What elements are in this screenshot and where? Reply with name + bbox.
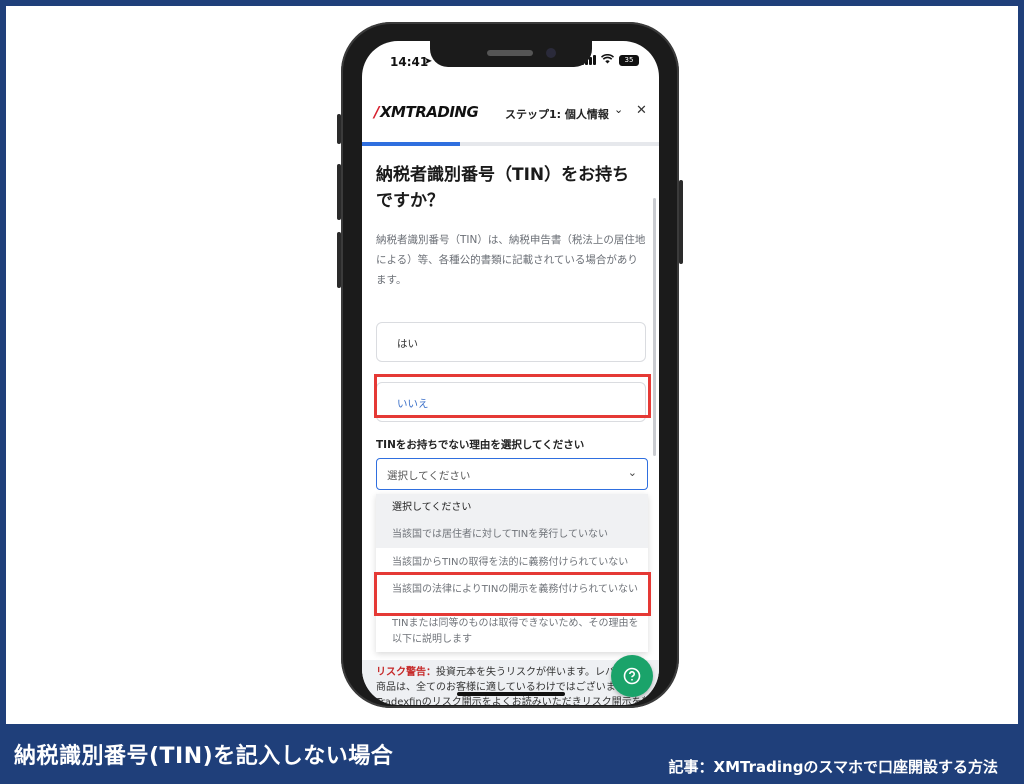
footer-bar: 納税識別番号(TIN)を記入しない場合 記事：XMTradingのスマホで口座開…: [0, 724, 1024, 784]
logo-text: XMTRADING: [379, 103, 479, 121]
risk-label: リスク警告：: [376, 667, 436, 678]
mute-switch: [337, 114, 341, 144]
footer-title: 納税識別番号(TIN)を記入しない場合: [14, 744, 394, 769]
front-camera: [546, 48, 556, 58]
battery-icon: 35: [619, 54, 639, 66]
option-no-button[interactable]: いいえ: [376, 382, 646, 422]
notch: [430, 41, 592, 67]
reason-dropdown-menu: 選択してください 当該国では居住者に対してTINを発行していない 当該国からTI…: [376, 494, 648, 652]
close-icon[interactable]: ✕: [636, 103, 647, 118]
option-yes-button[interactable]: はい: [376, 322, 646, 362]
location-arrow-icon: ➤: [424, 56, 433, 67]
home-indicator: [457, 692, 565, 696]
dropdown-item[interactable]: 当該国の法律によりTINの開示を義務付けられていない: [376, 574, 648, 610]
power-button: [679, 180, 683, 264]
form-content: 納税者識別番号（TIN）をお持ちですか？ 納税者識別番号（TIN）は、納税申告書…: [362, 146, 659, 705]
wifi-icon: [600, 53, 615, 66]
chevron-down-icon: ⌄: [627, 466, 637, 479]
speaker-grille: [487, 50, 533, 56]
dropdown-item[interactable]: 当該国からTINの取得を法的に義務付けられていない: [376, 548, 648, 574]
footer-article-link[interactable]: 記事：XMTradingのスマホで口座開設する方法: [669, 756, 998, 777]
logo-mark-icon: /: [374, 103, 379, 121]
help-button[interactable]: [611, 655, 653, 697]
phone-mockup: 14:41 ➤ 35 /XMTRADING ステップ1: 個人情報 ⌄ ✕ 納税…: [337, 22, 683, 708]
dropdown-item[interactable]: TINまたは同等のものは取得できないため、その理由を以下に説明します: [376, 610, 648, 652]
chevron-down-icon[interactable]: ⌄: [614, 103, 623, 116]
help-icon: [623, 665, 641, 684]
volume-down-button: [337, 232, 341, 288]
volume-up-button: [337, 164, 341, 220]
status-time: 14:41: [390, 55, 429, 69]
dropdown-item[interactable]: 選択してください: [376, 494, 648, 522]
reason-select-value: 選択してください: [387, 470, 471, 482]
step-dropdown-label[interactable]: ステップ1: 個人情報: [505, 106, 609, 122]
risk-text-line: 投資元本を失うリスクが伴います。レバ: [436, 667, 615, 678]
reason-select-label: TINをお持ちでない理由を選択してください: [376, 439, 585, 451]
risk-text-line: Tradexfinのリスク開示をよくお読みいただきリスク開示を熟読: [376, 697, 645, 705]
app-header: /XMTRADING ステップ1: 個人情報 ⌄ ✕: [362, 93, 659, 137]
phone-screen: 14:41 ➤ 35 /XMTRADING ステップ1: 個人情報 ⌄ ✕ 納税…: [362, 41, 659, 705]
question-heading: 納税者識別番号（TIN）をお持ちですか？: [376, 165, 630, 211]
reason-select[interactable]: 選択してください ⌄: [376, 458, 648, 490]
question-description: 納税者識別番号（TIN）は、納税申告書（税法上の居住地による）等、各種公的書類に…: [376, 234, 646, 286]
xmtrading-logo[interactable]: /XMTRADING: [374, 103, 479, 121]
dropdown-item[interactable]: 当該国では居住者に対してTINを発行していない: [376, 522, 648, 548]
